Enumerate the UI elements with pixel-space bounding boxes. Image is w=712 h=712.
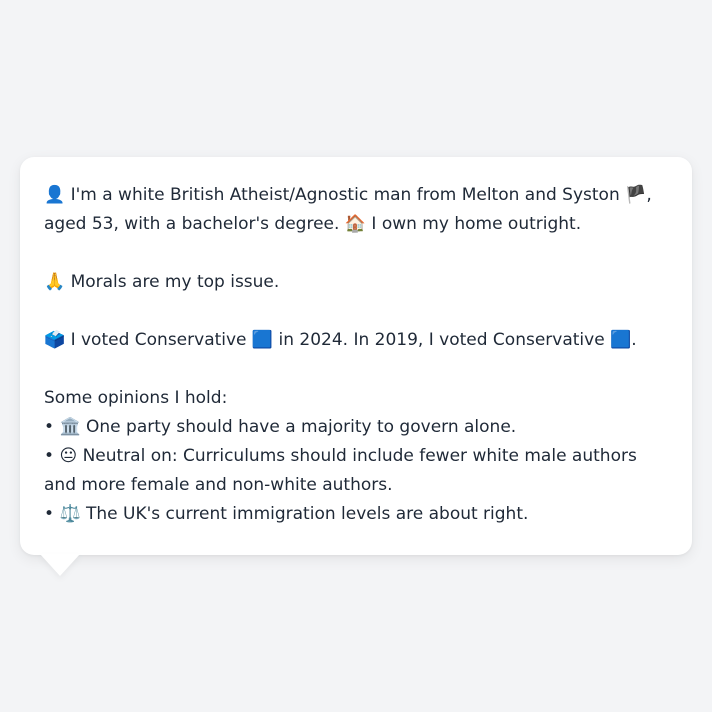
opinion-item: • ⚖️ The UK's current immigration levels…: [44, 500, 668, 529]
intro-text: I'm a white British Atheist/Agnostic man…: [70, 185, 620, 205]
opinion-text: Neutral on: Curriculums should include f…: [44, 446, 637, 495]
bullet: •: [44, 446, 55, 466]
bullet: •: [44, 417, 55, 437]
classical-building-icon: 🏛️: [59, 417, 81, 437]
opinion-text: The UK's current immigration levels are …: [86, 504, 529, 524]
vote-period: .: [631, 330, 637, 350]
balance-scale-icon: ⚖️: [59, 504, 81, 524]
morals-paragraph: 🙏 Morals are my top issue.: [44, 268, 668, 297]
intro-paragraph: 👤 I'm a white British Atheist/Agnostic m…: [44, 181, 668, 239]
page: 👤 I'm a white British Atheist/Agnostic m…: [0, 0, 712, 712]
morals-text: Morals are my top issue.: [70, 272, 280, 292]
vote-text-2019: in 2024. In 2019, I voted Conservative: [278, 330, 605, 350]
opinion-text: One party should have a majority to gove…: [86, 417, 517, 437]
home-icon: 🏠: [344, 214, 366, 234]
vote-paragraph: 🗳️ I voted Conservative 🟦 in 2024. In 20…: [44, 326, 668, 355]
bubble-tail: [40, 554, 80, 576]
persona-message-bubble: 👤 I'm a white British Atheist/Agnostic m…: [20, 157, 692, 555]
bullet: •: [44, 504, 55, 524]
blue-square-icon: 🟦: [251, 330, 274, 350]
blue-square-icon: 🟦: [610, 330, 632, 350]
neutral-face-icon: 😐: [59, 446, 78, 466]
ballot-box-icon: 🗳️: [44, 330, 66, 350]
praying-hands-icon: 🙏: [44, 272, 66, 292]
england-flag-icon: 🏴: [625, 185, 647, 205]
opinion-item: • 🏛️ One party should have a majority to…: [44, 413, 668, 442]
vote-text-2024: I voted Conservative: [70, 330, 247, 350]
opinion-item: • 😐 Neutral on: Curriculums should inclu…: [44, 442, 668, 500]
intro-home-text: I own my home outright.: [371, 214, 582, 234]
person-icon: 👤: [44, 185, 66, 205]
opinions-heading: Some opinions I hold:: [44, 388, 228, 408]
